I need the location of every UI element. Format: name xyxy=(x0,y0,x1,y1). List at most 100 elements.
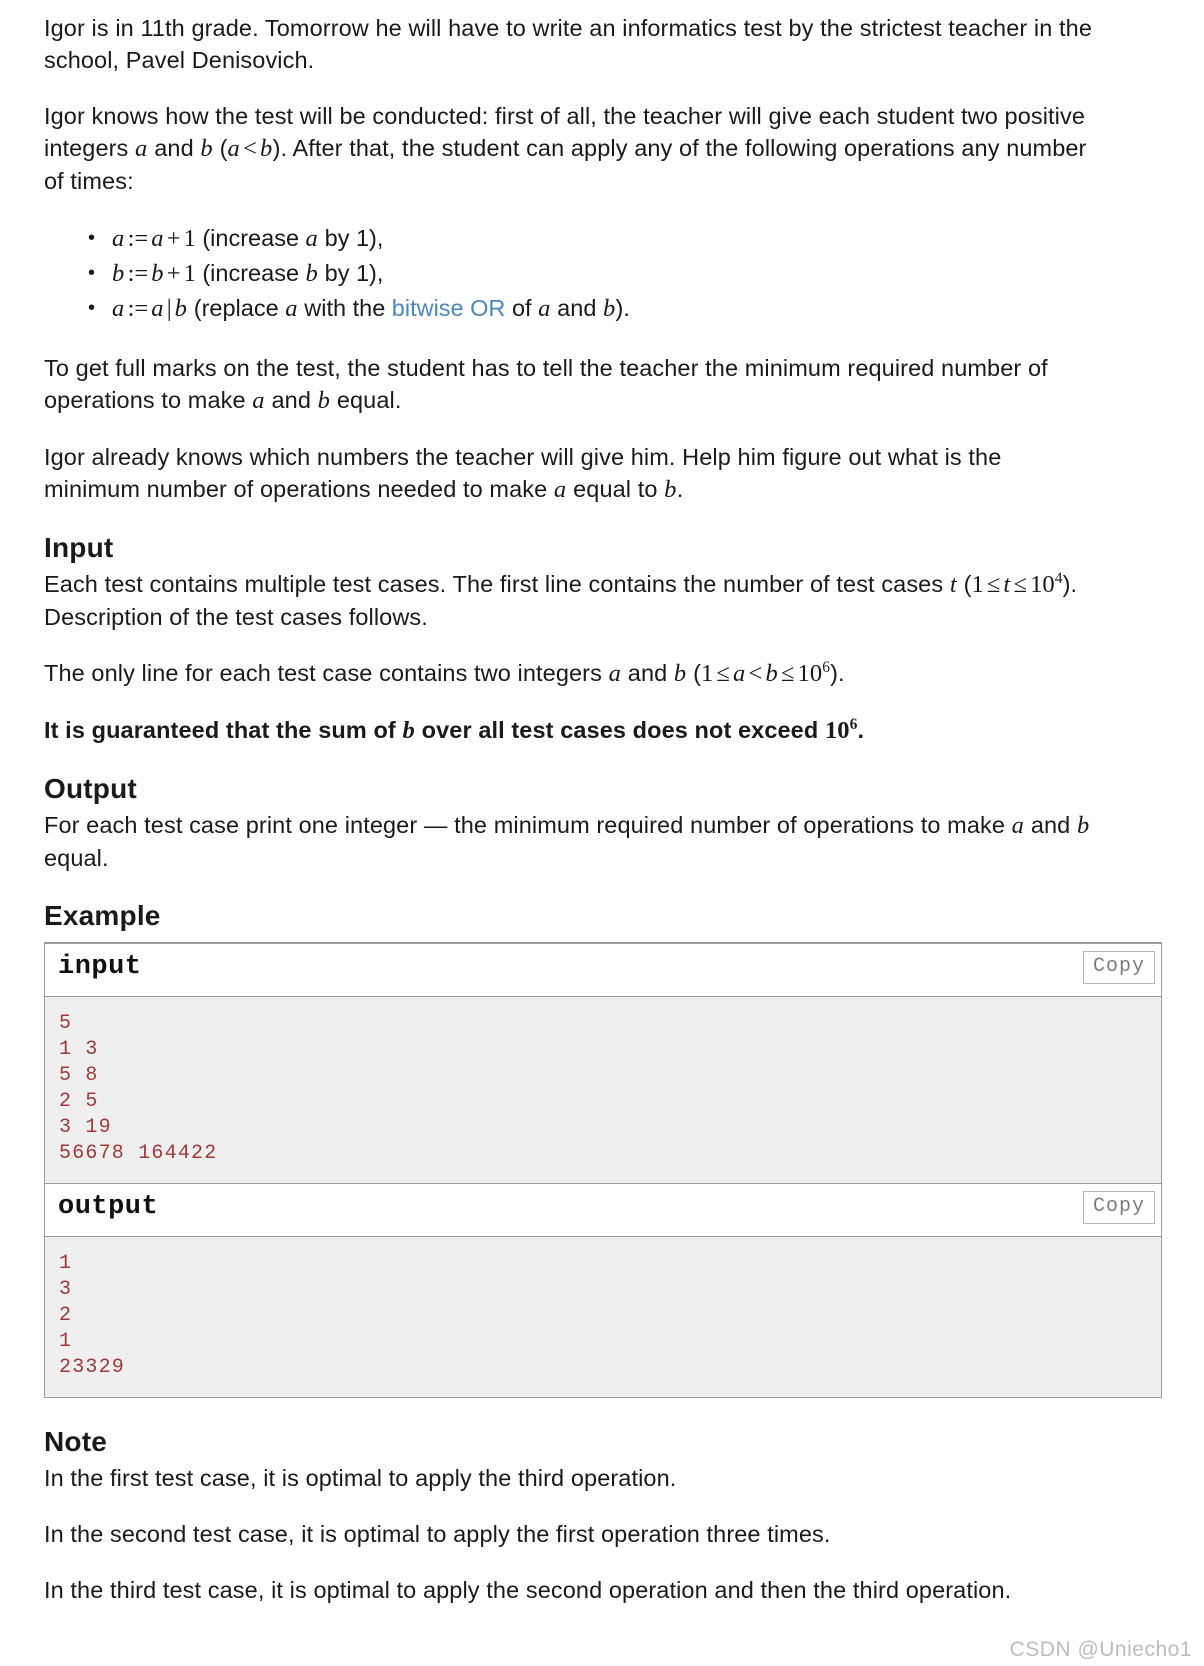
setup-text-3: ( xyxy=(212,135,228,161)
var-b: b xyxy=(200,135,213,162)
op3-desc-mid3: and xyxy=(550,295,603,321)
guarantee-exp: 6 xyxy=(849,716,858,734)
op1-desc-pre: (increase xyxy=(195,225,306,251)
section-heading-input: Input xyxy=(44,532,114,563)
operations-list: a:=a+1 (increase a by 1), b:=b+1 (increa… xyxy=(44,221,1160,326)
input-p1-open: ( xyxy=(956,571,972,597)
section-heading-example: Example xyxy=(44,900,161,931)
guarantee-pre: It is guaranteed that the sum of xyxy=(44,717,403,743)
input-p2-var-a: a xyxy=(608,660,622,687)
input-paragraph-2: The only line for each test case contain… xyxy=(44,657,1099,690)
input-p2-le-2: ≤ xyxy=(781,660,795,687)
copy-input-button[interactable]: Copy xyxy=(1082,951,1155,984)
op3-assign: := xyxy=(127,295,149,322)
output-paragraph-1: For each test case print one integer — t… xyxy=(44,809,1099,874)
op2-lhs: b xyxy=(112,260,125,287)
op3-desc-var2: a xyxy=(538,295,551,322)
less-than-op: < xyxy=(243,135,257,162)
help-var-b: b xyxy=(664,476,677,503)
output-p1-post: equal. xyxy=(44,845,109,871)
op3-desc-var: a xyxy=(285,295,298,322)
guarantee-var-b: b xyxy=(402,717,416,744)
op2-rhs-num: 1 xyxy=(183,260,196,287)
op3-desc-mid: with the xyxy=(297,295,392,321)
full-marks-paragraph: To get full marks on the test, the stude… xyxy=(44,352,1099,417)
input-p1-pre: Each test contains multiple test cases. … xyxy=(44,571,950,597)
intro-paragraph: Igor is in 11th grade. Tomorrow he will … xyxy=(44,15,1093,73)
example-sample-tests: input Copy 5 1 3 5 8 2 5 3 19 56678 1644… xyxy=(44,942,1162,1398)
output-p1-var-a: a xyxy=(1011,812,1025,839)
op3-lhs: a xyxy=(112,295,125,322)
output-p1-var-b: b xyxy=(1077,812,1090,839)
sample-input-header: input Copy xyxy=(45,944,1161,997)
section-heading-output: Output xyxy=(44,773,137,804)
op1-rhs-num: 1 xyxy=(183,225,196,252)
op1-rhs-op: + xyxy=(166,225,181,252)
op3-rhs-var: a xyxy=(151,295,164,322)
sample-input-label: input xyxy=(58,952,142,982)
help-paragraph: Igor already knows which numbers the tea… xyxy=(44,441,1099,506)
sample-input-text: 5 1 3 5 8 2 5 3 19 56678 164422 xyxy=(45,997,1161,1183)
note-paragraph-3: In the third test case, it is optimal to… xyxy=(44,1577,1012,1603)
sample-output-block: output Copy 1 3 2 1 23329 xyxy=(45,1184,1161,1397)
op3-desc-pre: (replace xyxy=(187,295,286,321)
setup-text-2: and xyxy=(147,135,201,161)
sample-output-text: 1 3 2 1 23329 xyxy=(45,1237,1161,1397)
input-p1-exp: 4 xyxy=(1054,570,1063,588)
op2-desc-pre: (increase xyxy=(195,260,306,286)
input-p2-exp: 6 xyxy=(822,659,831,677)
op2-rhs-op: + xyxy=(166,260,181,287)
help-mid: equal to xyxy=(566,476,665,502)
operation-item-3: a:=a|b (replace a with the bitwise OR of… xyxy=(88,291,1160,326)
guarantee-mid: over all test cases does not exceed xyxy=(415,717,825,743)
copy-output-button[interactable]: Copy xyxy=(1082,1191,1155,1224)
op3-rhs-num: b xyxy=(174,295,188,322)
setup-paragraph: Igor knows how the test will be conducte… xyxy=(44,100,1099,197)
var-a: a xyxy=(135,135,148,162)
op3-desc-post: ). xyxy=(615,295,630,321)
help-pre: Igor already knows which numbers the tea… xyxy=(44,444,1002,502)
operation-item-1: a:=a+1 (increase a by 1), xyxy=(88,221,1160,256)
input-p1-t: t xyxy=(1003,571,1011,598)
full-marks-var-a: a xyxy=(252,387,265,414)
input-p2-and: and xyxy=(621,660,674,686)
op1-desc-var: a xyxy=(305,225,319,252)
help-post: . xyxy=(676,476,684,502)
input-p2-le-1: ≤ xyxy=(716,660,730,687)
op2-assign: := xyxy=(127,260,149,287)
sample-output-label: output xyxy=(58,1192,159,1222)
problem-statement-page: Igor is in 11th grade. Tomorrow he will … xyxy=(0,0,1204,1606)
input-p2-pre: The only line for each test case contain… xyxy=(44,660,609,686)
input-p1-le-2: ≤ xyxy=(1013,571,1028,598)
sample-output-header: output Copy xyxy=(45,1184,1161,1237)
note-paragraph-2: In the second test case, it is optimal t… xyxy=(44,1521,831,1547)
input-p1-var-t: t xyxy=(949,571,957,598)
op1-lhs: a xyxy=(112,225,125,252)
input-p2-close: ). xyxy=(830,660,845,686)
help-var-a: a xyxy=(553,476,567,503)
csdn-watermark: CSDN @Uniecho1 xyxy=(1009,1638,1192,1661)
input-p1-ten: 10 xyxy=(1030,571,1055,598)
bitwise-or-link[interactable]: bitwise OR xyxy=(392,295,506,321)
input-p2-lt: < xyxy=(748,660,763,687)
op1-assign: := xyxy=(127,225,149,252)
var-a-cond: a xyxy=(227,135,241,162)
output-p1-pre: For each test case print one integer — t… xyxy=(44,812,1012,838)
input-p1-one: 1 xyxy=(971,571,984,598)
input-p2-b: b xyxy=(765,660,778,687)
op1-rhs-var: a xyxy=(151,225,164,252)
operation-item-2: b:=b+1 (increase b by 1), xyxy=(88,256,1160,291)
op2-desc-var: b xyxy=(305,260,319,287)
op3-desc-mid2: of xyxy=(505,295,539,321)
full-marks-pre: To get full marks on the test, the stude… xyxy=(44,355,1048,413)
guarantee-paragraph: It is guaranteed that the sum of b over … xyxy=(44,714,1099,747)
section-heading-note: Note xyxy=(44,1426,108,1457)
op3-rhs-op: | xyxy=(166,295,172,322)
guarantee-post: . xyxy=(857,717,865,743)
input-p1-le-1: ≤ xyxy=(986,571,1001,598)
note-paragraph-1: In the first test case, it is optimal to… xyxy=(44,1465,677,1491)
input-paragraph-1: Each test contains multiple test cases. … xyxy=(44,568,1099,633)
op2-rhs-var: b xyxy=(151,260,164,287)
op1-desc-post: by 1), xyxy=(318,225,384,251)
input-p2-ten: 10 xyxy=(797,660,823,687)
